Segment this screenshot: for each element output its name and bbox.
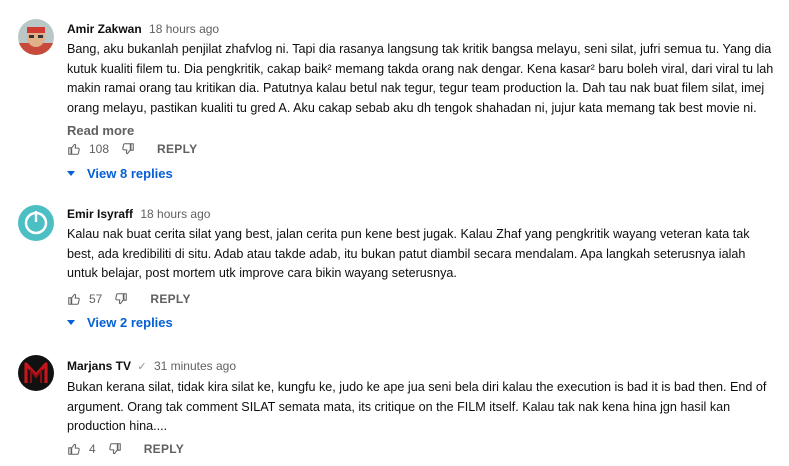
view-replies-button[interactable]: View 8 replies (67, 166, 173, 181)
like-count: 108 (89, 142, 110, 156)
view-replies-button[interactable]: View 2 replies (67, 315, 173, 330)
thumbs-down-icon (122, 143, 134, 155)
comment-header: Emir Isyraff 18 hours ago (67, 206, 777, 222)
dislike-button[interactable] (114, 292, 128, 306)
like-button[interactable]: 57 (67, 292, 102, 306)
author-name[interactable]: Marjans TV (67, 359, 131, 373)
chevron-down-icon (67, 171, 75, 176)
author-name[interactable]: Emir Isyraff (67, 207, 133, 221)
reply-button[interactable]: REPLY (150, 292, 190, 306)
like-button[interactable]: 108 (67, 142, 109, 156)
comment-text: Bukan kerana silat, tidak kira silat ke,… (67, 380, 767, 433)
dislike-button[interactable] (121, 142, 135, 156)
comment-header: Marjans TV ✓ 31 minutes ago (67, 358, 777, 375)
comment-text: Kalau nak buat cerita silat yang best, j… (67, 227, 750, 280)
thumbs-down-icon (115, 293, 128, 305)
thumbs-up-icon (68, 443, 80, 455)
avatar[interactable] (18, 19, 54, 55)
like-count: 4 (89, 442, 96, 456)
reply-button[interactable]: REPLY (157, 142, 197, 156)
comment-time[interactable]: 31 minutes ago (154, 359, 236, 373)
comment-text: Bang, aku bukanlah penjilat zhafvlog ni.… (67, 42, 774, 115)
comment-time[interactable]: 18 hours ago (149, 22, 219, 36)
thumbs-down-icon (108, 443, 121, 455)
like-count: 57 (89, 292, 103, 306)
verified-check-icon: ✓ (137, 361, 147, 373)
author-name[interactable]: Amir Zakwan (67, 22, 142, 36)
avatar[interactable] (18, 355, 54, 391)
comment-header: Amir Zakwan 18 hours ago (67, 21, 777, 37)
view-replies-label: View 2 replies (87, 315, 173, 330)
thumbs-up-icon (68, 143, 80, 155)
read-more-button[interactable]: Read more (67, 123, 777, 138)
avatar[interactable] (18, 205, 54, 241)
reply-button[interactable]: REPLY (144, 442, 184, 456)
view-replies-label: View 8 replies (87, 166, 173, 181)
dislike-button[interactable] (108, 442, 122, 456)
like-button[interactable]: 4 (67, 442, 96, 456)
thumbs-up-icon (68, 293, 80, 305)
chevron-down-icon (67, 320, 75, 325)
comment-time[interactable]: 18 hours ago (140, 207, 210, 221)
